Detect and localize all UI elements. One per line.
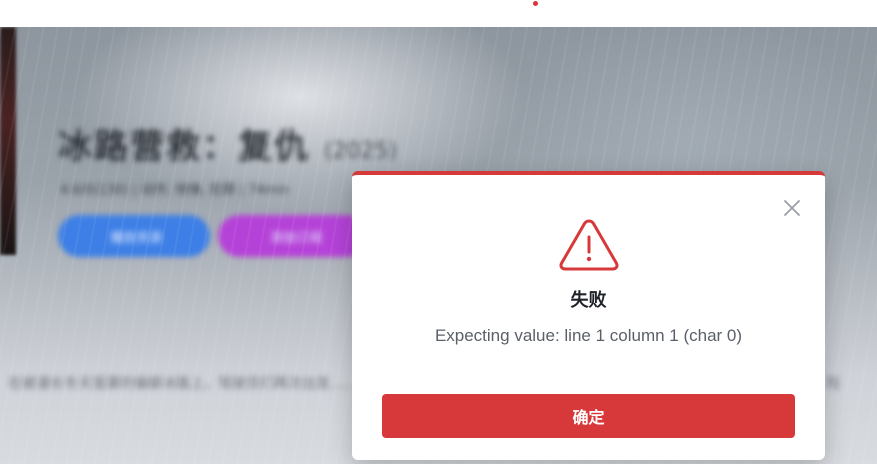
close-icon[interactable]: [781, 197, 803, 219]
background-title: 冰路营救：复仇 (2025): [58, 119, 397, 168]
top-bar: [0, 0, 877, 27]
background-subscribe-button: 添加订阅: [218, 215, 368, 257]
background-play-label: 播放资源: [110, 231, 163, 246]
error-dialog: 失败 Expecting value: line 1 column 1 (cha…: [352, 171, 825, 460]
loading-indicator: [533, 1, 538, 6]
confirm-button[interactable]: 确定: [382, 394, 795, 438]
dialog-message: Expecting value: line 1 column 1 (char 0…: [434, 326, 743, 345]
background-description: 在被漫长冬天笼罩的偏僻冰路上，驾驶员们再次出发……: [8, 376, 358, 392]
background-title-text: 冰路营救：复仇: [58, 127, 310, 167]
dialog-title: 失败: [570, 290, 607, 311]
poster-thumbnail: [0, 27, 16, 255]
background-description-tail: 险: [826, 376, 840, 392]
background-subscribe-label: 添加订阅: [270, 231, 323, 246]
background-year: (2025): [323, 139, 397, 164]
background-play-button: 播放资源: [58, 215, 210, 257]
warning-triangle-icon: [557, 217, 621, 273]
background-meta: 4.6/0(130) | 动作, 惊悚, 犯罪 | 74min: [60, 183, 290, 198]
